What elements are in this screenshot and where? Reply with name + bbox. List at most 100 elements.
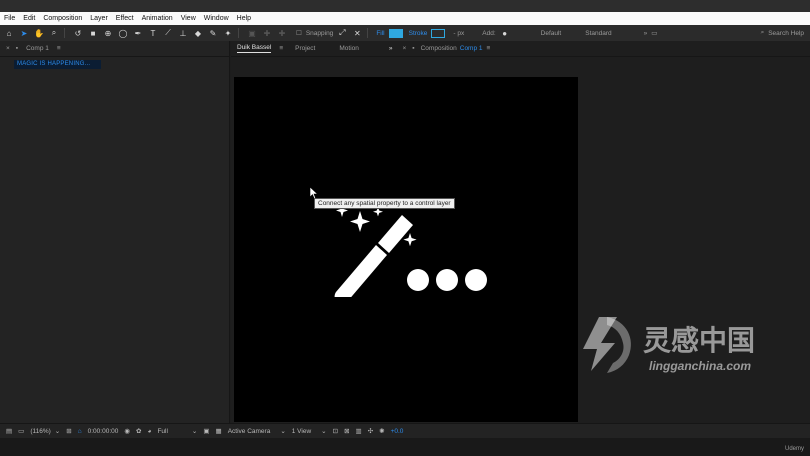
world-axis-icon[interactable]: ✚ [276, 27, 288, 39]
composition-name[interactable]: Comp 1 [460, 45, 483, 52]
menu-file[interactable]: File [4, 15, 15, 22]
eraser-tool-icon[interactable]: ◆ [192, 27, 204, 39]
tooltip: Connect any spatial property to a contro… [314, 198, 455, 209]
snapshot-icon[interactable]: ◉ [124, 427, 130, 435]
snap-edges-icon[interactable]: ⤢ [336, 27, 348, 39]
video-player-footer: Udemy [0, 438, 810, 456]
hand-tool-icon[interactable]: ✋ [33, 27, 45, 39]
watermark-chinese-text: 灵感中国 [643, 325, 756, 356]
close-icon[interactable]: × [403, 45, 407, 52]
camera-value: Active Camera [227, 427, 271, 435]
menu-bar: File Edit Composition Layer Effect Anima… [0, 12, 810, 25]
panel-menu-icon[interactable]: ≡ [57, 45, 61, 52]
stroke-color-swatch[interactable] [431, 28, 446, 38]
brush-tool-icon[interactable]: ⟋ [162, 27, 174, 39]
view-layout-dropdown[interactable]: 1 View ⌄ [292, 427, 327, 436]
composition-panel: Duik Bassel ≡ Project Motion » × ▪ Compo… [231, 41, 810, 423]
puppet-pin-icon[interactable]: ✦ [222, 27, 234, 39]
workspace-default[interactable]: Default [541, 30, 562, 37]
stroke-label: Stroke [408, 29, 428, 37]
chevron-down-icon: ⌄ [321, 428, 327, 435]
snapping-label: Snapping [305, 29, 334, 37]
menu-edit[interactable]: Edit [23, 15, 35, 22]
stroke-width-field[interactable]: - px [453, 30, 464, 37]
panel-overflow-icon[interactable]: » [389, 45, 393, 52]
left-panel-tab-label[interactable]: Comp 1 [26, 45, 49, 52]
sparkle-small-icon [403, 233, 417, 247]
type-tool-icon[interactable]: T [147, 27, 159, 39]
rotate-tool-icon[interactable]: ↺ [72, 27, 84, 39]
snapping-checkbox-icon[interactable]: ☐ [296, 29, 302, 37]
menu-view[interactable]: View [181, 15, 196, 22]
composition-canvas[interactable]: Connect any spatial property to a contro… [234, 77, 578, 422]
monitor-icon[interactable]: ▭ [18, 427, 24, 435]
home-icon[interactable]: ⌂ [3, 27, 15, 39]
add-label: Add: [482, 29, 496, 37]
toolbar-divider [367, 28, 369, 38]
wand-handle-icon [334, 245, 387, 297]
timecode[interactable]: 0:00:00:00 [88, 428, 119, 435]
viewer-bottom-bar: ▤ ▭ (116%) ⌄ ⊞ ⌂ 0:00:00:00 ◉ ✿ ◕ Full ⌄… [0, 423, 810, 438]
camera-dropdown[interactable]: Active Camera ⌄ [227, 427, 286, 436]
fast-previews-icon[interactable]: ⊠ [344, 427, 349, 435]
center-panel-tabbar: Duik Bassel ≡ Project Motion » × ▪ Compo… [231, 41, 810, 57]
panel-menu-icon[interactable]: ≡ [279, 45, 283, 52]
dot-icon [465, 269, 487, 291]
reset-exposure-icon[interactable]: ✺ [379, 427, 384, 435]
align-icon[interactable]: ▣ [246, 27, 258, 39]
menu-effect[interactable]: Effect [116, 15, 134, 22]
zoom-tool-icon[interactable]: ⌕ [48, 27, 60, 39]
exposure-value[interactable]: +0.0 [391, 428, 404, 435]
color-channels-icon[interactable]: ◕ [148, 428, 152, 435]
region-of-interest-icon[interactable]: ▣ [203, 427, 209, 435]
roto-brush-icon[interactable]: ✎ [207, 27, 219, 39]
panel-lock-icon[interactable]: ▪ [16, 45, 18, 52]
selection-tool-icon[interactable]: ➤ [18, 27, 30, 39]
pen-tool-icon[interactable]: ✒ [132, 27, 144, 39]
sync-settings-icon[interactable]: ▭ [651, 29, 657, 37]
udemy-brand: Udemy [784, 446, 804, 452]
clone-stamp-icon[interactable]: ⊥ [177, 27, 189, 39]
menu-layer[interactable]: Layer [90, 15, 108, 22]
close-icon[interactable]: × [6, 45, 10, 52]
fill-label: Fill [376, 29, 385, 37]
effect-controls-panel: × ▪ Comp 1 ≡ MAGIC IS HAPPENING... [0, 41, 230, 423]
workspace-standard[interactable]: Standard [585, 30, 611, 37]
menu-composition[interactable]: Composition [43, 15, 82, 22]
menu-window[interactable]: Window [204, 15, 229, 22]
mask-visibility-icon[interactable]: ⌂ [78, 428, 82, 435]
toolbar-divider [64, 28, 65, 38]
panel-lock-icon[interactable]: ▪ [412, 45, 414, 52]
watermark: 灵感中国 lingganchina.com [577, 311, 807, 386]
menu-help[interactable]: Help [237, 15, 251, 22]
ellipse-tool-icon[interactable]: ◯ [117, 27, 129, 39]
transparency-grid-icon[interactable]: ▦ [216, 427, 222, 435]
show-snapshot-icon[interactable]: ✿ [136, 427, 141, 435]
toolbar-divider [238, 28, 239, 38]
search-help-input[interactable]: Search Help [768, 30, 804, 37]
camera-tool-icon[interactable]: ■ [87, 27, 99, 39]
add-property-icon[interactable]: ● [499, 27, 511, 39]
tab-project[interactable]: Project [295, 45, 315, 52]
timeline-icon[interactable]: ▥ [356, 427, 362, 435]
local-axis-icon[interactable]: ✚ [261, 27, 273, 39]
toggle-pixel-aspect-icon[interactable]: ⊡ [333, 427, 338, 435]
resolution-dropdown[interactable]: Full ⌄ [157, 427, 197, 436]
tab-motion[interactable]: Motion [339, 45, 359, 52]
panel-menu-icon[interactable]: ≡ [487, 45, 491, 52]
pan-behind-tool-icon[interactable]: ⊕ [102, 27, 114, 39]
fill-color-swatch[interactable] [388, 28, 403, 38]
workspace-overflow-icon[interactable]: » [644, 30, 648, 37]
grid-guides-icon[interactable]: ⊞ [66, 427, 71, 435]
menu-animation[interactable]: Animation [142, 15, 173, 22]
snap-features-icon[interactable]: ✕ [351, 27, 363, 39]
chevron-down-icon: ⌄ [280, 428, 286, 435]
zoom-dropdown[interactable]: (116%) ⌄ [30, 427, 60, 436]
wand-tip-icon [378, 215, 413, 253]
always-preview-icon[interactable]: ▤ [6, 427, 12, 435]
flowchart-icon[interactable]: ✣ [368, 427, 373, 435]
tab-duik-bassel[interactable]: Duik Bassel [237, 44, 272, 53]
dot-icon [407, 269, 429, 291]
workspace-panels: × ▪ Comp 1 ≡ MAGIC IS HAPPENING... Duik … [0, 41, 810, 423]
search-help[interactable]: ⌕ Search Help [761, 29, 804, 37]
